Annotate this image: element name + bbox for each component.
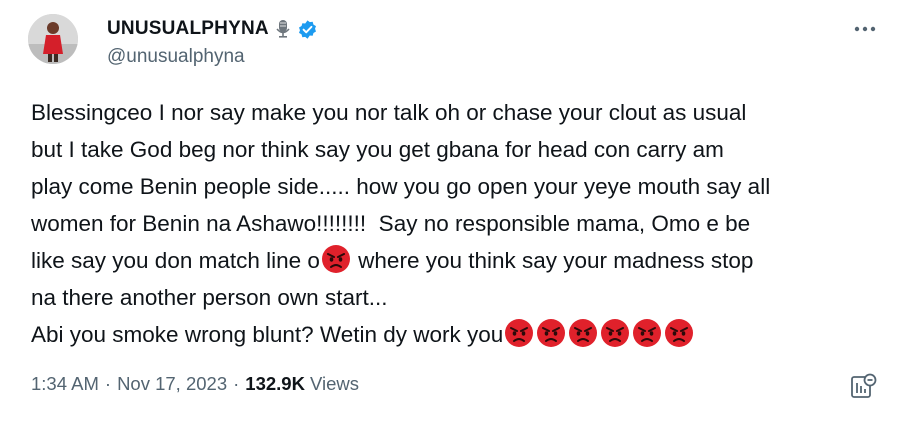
views-count: 132.9K <box>245 373 305 394</box>
tweet-card: UNUSUALPHYNA @unusualphyna Blessingceo I… <box>0 0 904 427</box>
angry-face-emoji <box>321 245 350 273</box>
analytics-button[interactable] <box>848 372 878 402</box>
angry-face-emoji-inline <box>320 245 352 273</box>
meta-separator: · <box>104 373 112 394</box>
tweet-meta: 1:34 AM · Nov 17, 2023 · 132.9K Views <box>31 373 359 395</box>
views-label: Views <box>309 373 359 394</box>
tweet-date[interactable]: Nov 17, 2023 <box>117 373 227 395</box>
analytics-icon <box>851 373 877 398</box>
meta-separator: · <box>233 373 240 394</box>
display-name[interactable]: UNUSUALPHYNA <box>107 18 269 40</box>
handle[interactable]: @unusualphyna <box>107 46 318 68</box>
angry-face-emoji <box>537 319 566 347</box>
angry-face-emoji <box>569 319 598 347</box>
angry-face-emoji <box>665 319 694 347</box>
more-options-button[interactable] <box>852 16 878 42</box>
angry-face-emoji <box>505 319 534 347</box>
author-info: UNUSUALPHYNA @unusualphyna <box>107 14 318 68</box>
verified-badge-icon[interactable] <box>297 19 318 40</box>
angry-face-emoji-group <box>503 319 695 347</box>
microphone-icon <box>275 19 291 39</box>
more-dots-icon <box>854 26 876 32</box>
angry-face-emoji <box>633 319 662 347</box>
angry-face-emoji <box>601 319 630 347</box>
avatar[interactable] <box>28 14 78 64</box>
tweet-text: Blessingceo I nor say make you nor talk … <box>31 94 881 353</box>
tweet-time[interactable]: 1:34 AM <box>31 373 99 395</box>
